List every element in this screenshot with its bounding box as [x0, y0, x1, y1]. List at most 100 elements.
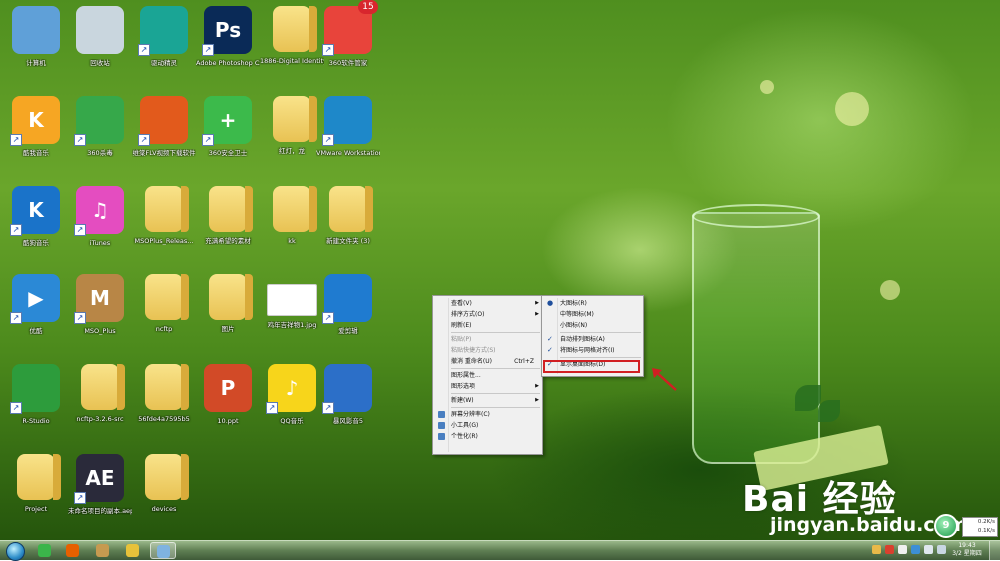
menu-item[interactable]: 新建(W) ▶	[433, 395, 542, 406]
desktop-icon-msoplus_rel[interactable]: MSOPlus_Releas...	[132, 182, 196, 272]
desktop-icon-label: kk	[288, 237, 296, 245]
clock-date: 3/2 星期四	[952, 550, 982, 557]
qq-music-icon: ♪ ↗	[266, 364, 316, 414]
tray-icon[interactable]	[872, 545, 881, 554]
menu-item[interactable]: 自动排列图标(A) ✓	[542, 334, 643, 345]
menu-item[interactable]: 刷新(E)	[433, 320, 542, 331]
start-button[interactable]	[2, 541, 28, 561]
taskbar-button[interactable]	[120, 542, 146, 559]
desktop-icon-qqmusic[interactable]: ♪ ↗ QQ音乐	[260, 360, 324, 450]
volume-icon[interactable]	[924, 545, 933, 554]
menu-item[interactable]: 小图标(N)	[542, 320, 643, 331]
desktop-icon-label: 图片	[221, 325, 235, 333]
desktop-icon-f1886[interactable]: 1886-Digital Identity cs5	[260, 2, 324, 92]
menu-item[interactable]: 粘贴(P)	[433, 334, 542, 345]
image-file-icon	[267, 284, 317, 316]
desktop[interactable]: 计算机回收站↗驱动精灵Ps↗ Adobe Photoshop CS61886-Di…	[0, 0, 1000, 540]
desktop-icon-label: 鸡年吉祥物1.jpg	[267, 321, 317, 329]
menu-item[interactable]: 将图标与网格对齐(I) ✓	[542, 345, 643, 356]
desktop-icon-newfolder3[interactable]: 新建文件夹 (3)	[316, 182, 380, 272]
network-monitor-ball[interactable]: 9	[934, 514, 958, 538]
desktop-icon-vmware[interactable]: ↗ VMware Workstation	[316, 92, 380, 182]
desktop-icon-project[interactable]: Project	[4, 450, 68, 540]
desktop-icon-youku[interactable]: ▶ ↗ 优酷	[4, 270, 68, 360]
desktop-icon-driverelf[interactable]: ↗ 驱动精灵	[132, 2, 196, 92]
desktop-icon-hongdeng[interactable]: 红灯，龙	[260, 92, 324, 182]
show-desktop-button[interactable]	[989, 541, 1000, 560]
desktop-icon-baofeng[interactable]: ↗ 暴风影音5	[316, 360, 380, 450]
desktop-icon-kk[interactable]: kk	[260, 182, 324, 272]
desktop-icon-guard360[interactable]: + ↗ 360安全卫士	[196, 92, 260, 182]
desktop-icon-photoshop[interactable]: Ps↗ Adobe Photoshop CS6	[196, 2, 260, 92]
tray-icon[interactable]	[911, 545, 920, 554]
desktop-icon-rstudio[interactable]: ↗ R-Studio	[4, 360, 68, 450]
desktop-icon-av360[interactable]: ↗ 360杀毒	[68, 92, 132, 182]
screen-resolution-icon	[438, 411, 445, 418]
desktop-icon-soft360[interactable]: 15 ↗ 360软件管家	[316, 0, 380, 92]
desktop-icon-kuwo[interactable]: K ↗ 酷我音乐	[4, 92, 68, 182]
menu-separator	[560, 357, 641, 358]
antivirus-icon: ↗	[74, 96, 124, 146]
menu-item-label: 撤消 重命名(U)	[451, 358, 492, 365]
desktop-icon-label: Project	[24, 505, 48, 513]
desktop-icon-ppt10[interactable]: P 10.ppt	[196, 360, 260, 450]
shortcut-arrow-icon: ↗	[266, 402, 278, 414]
desktop-icon-jianying[interactable]: ↗ 爱剪辑	[316, 270, 380, 360]
network-icon[interactable]	[937, 545, 946, 554]
menu-item-label: 排序方式(O)	[451, 311, 485, 318]
desktop-icon-jpg[interactable]: 鸡年吉祥物1.jpg	[260, 270, 324, 360]
menu-item[interactable]: 大图标(R) ●	[542, 298, 643, 309]
menu-item-label: 查看(V)	[451, 300, 472, 307]
menu-item[interactable]: 中等图标(M)	[542, 309, 643, 320]
desktop-icon-label: Adobe Photoshop CS6	[196, 59, 260, 67]
desktop-icon-aep[interactable]: AE ↗ 未命名项目的副本.aep	[68, 450, 132, 540]
taskbar-button[interactable]	[32, 542, 58, 559]
desktop-icon-label: QQ音乐	[280, 417, 304, 425]
menu-item[interactable]: 图形选项 ▶	[433, 381, 542, 392]
taskbar-button[interactable]	[90, 542, 116, 559]
photoshop-icon: Ps ↗	[202, 6, 252, 56]
taskbar-button[interactable]	[60, 542, 86, 559]
menu-item[interactable]: 屏幕分辨率(C)	[433, 409, 542, 420]
taskbar-button[interactable]	[150, 542, 176, 559]
desktop-icon-kugou[interactable]: K ↗ 酷狗音乐	[4, 182, 68, 272]
desktop-icon-tupian[interactable]: 图片	[196, 270, 260, 360]
shortcut-arrow-icon: ↗	[202, 44, 214, 56]
desktop-icon-itunes[interactable]: ♫ ↗ iTunes	[68, 182, 132, 272]
menu-separator	[451, 332, 540, 333]
network-speed-panel: 0.2K/s 0.1K/s	[962, 517, 998, 537]
menu-item[interactable]: 排序方式(O) ▶	[433, 309, 542, 320]
tray-icon[interactable]	[885, 545, 894, 554]
desktop-icon-ncftp326[interactable]: ncftp-3.2.6-src	[68, 360, 132, 450]
desktop-icon-yuanman[interactable]: 充满希望的素材	[196, 182, 260, 272]
menu-item[interactable]: 图形属性...	[433, 370, 542, 381]
desktop-icon-msoplus[interactable]: M ↗ MSO_Plus	[68, 270, 132, 360]
menu-item[interactable]: 查看(V) ▶	[433, 298, 542, 309]
wallpaper-light	[835, 92, 869, 126]
desktop-icon-label: VMware Workstation	[316, 149, 380, 157]
desktop-icon-computer[interactable]: 计算机	[4, 2, 68, 92]
menu-shortcut: Ctrl+Z	[514, 358, 534, 365]
menu-item[interactable]: 粘贴快捷方式(S)	[433, 345, 542, 356]
desktop-icon-ncftp[interactable]: ncftp	[132, 270, 196, 360]
computer-icon	[12, 6, 60, 54]
desktop-icon-f56fde[interactable]: 56fde4a7595b5	[132, 360, 196, 450]
desktop-icon-recycle[interactable]: 回收站	[68, 2, 132, 92]
menu-item-label: 将图标与网格对齐(I)	[560, 347, 615, 354]
menu-item[interactable]: 小工具(G)	[433, 420, 542, 431]
shortcut-arrow-icon: ↗	[322, 44, 334, 56]
download-speed: 0.1K/s	[977, 528, 995, 534]
desktop-icon-devices[interactable]: devices	[132, 450, 196, 540]
menu-item-label: 图形属性...	[451, 372, 481, 379]
clock[interactable]: 19:43 3/2 星期四	[952, 542, 982, 558]
menu-item[interactable]: 个性化(R)	[433, 431, 542, 442]
tray-icon[interactable]	[898, 545, 907, 554]
desktop-icon-flvdl[interactable]: ↗ 维棠FLV视频下载软件	[132, 92, 196, 182]
folder-icon	[273, 6, 317, 52]
desktop-icon-label: 360杀毒	[87, 149, 113, 157]
desktop-icon-label: 酷狗音乐	[23, 239, 49, 247]
menu-item-label: 中等图标(M)	[560, 311, 594, 318]
storm-player-icon: ↗	[322, 364, 372, 414]
menu-item[interactable]: 撤消 重命名(U) Ctrl+Z	[433, 356, 542, 367]
shortcut-arrow-icon: ↗	[322, 134, 334, 146]
